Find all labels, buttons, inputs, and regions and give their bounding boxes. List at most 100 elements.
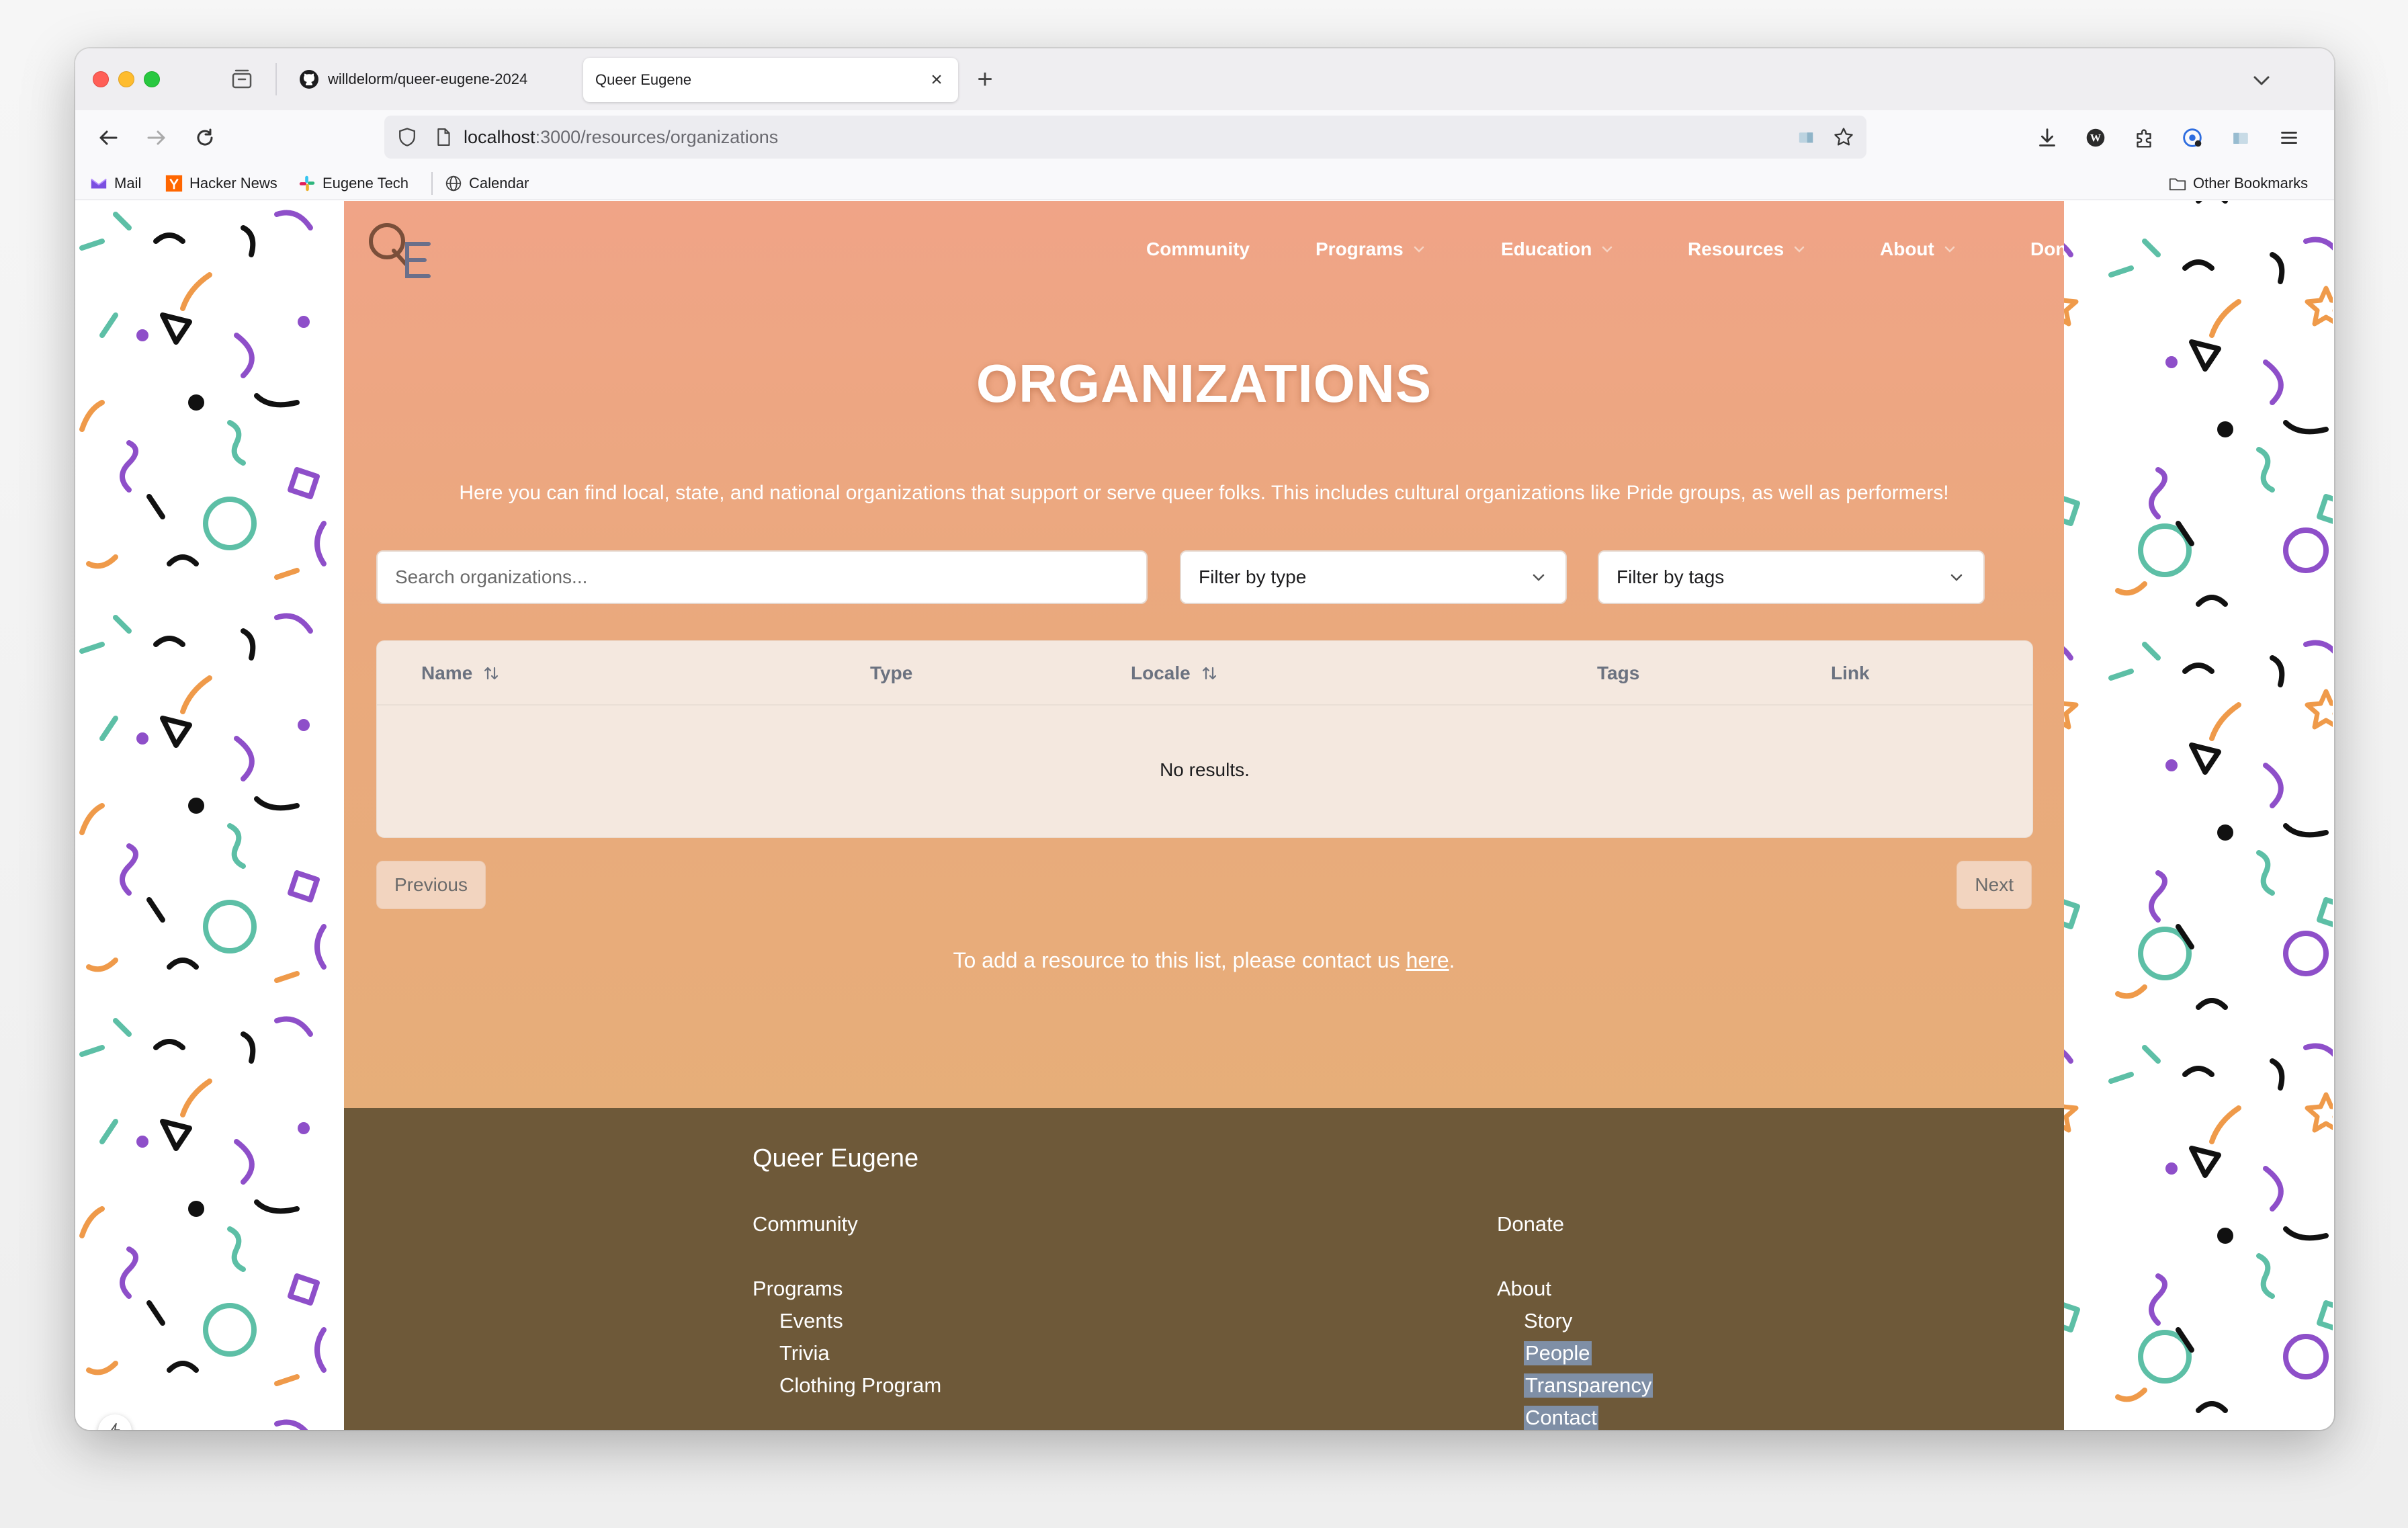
sidebar-icon[interactable]: [2224, 121, 2258, 155]
bookmark-mail[interactable]: Mail: [89, 172, 141, 195]
previous-button[interactable]: Previous: [376, 861, 486, 909]
shield-icon[interactable]: [394, 124, 421, 151]
tab-overview-icon[interactable]: [228, 66, 255, 93]
footer-transparency[interactable]: Transparency: [1524, 1373, 1653, 1398]
table-header: Name Type Locale Tags Link: [377, 641, 2032, 706]
filter-tags-select[interactable]: Filter by tags: [1598, 550, 1985, 604]
other-bookmarks-label: Other Bookmarks: [2193, 175, 2309, 192]
bookmark-hacker-news[interactable]: Hacker News: [164, 172, 277, 195]
nav-resources[interactable]: Resources: [1688, 236, 1807, 263]
column-locale[interactable]: Locale: [1131, 660, 1219, 687]
forward-icon[interactable]: [140, 121, 173, 155]
contact-link[interactable]: here: [1406, 948, 1449, 972]
chevron-down-icon: [1944, 246, 1955, 253]
filter-type-select[interactable]: Filter by type: [1180, 550, 1567, 604]
footer-community[interactable]: Community: [752, 1212, 858, 1236]
footer-trivia[interactable]: Trivia: [779, 1341, 830, 1365]
nav-label: Education: [1501, 239, 1592, 259]
column-label: Link: [1831, 663, 1870, 683]
bookmark-label: Mail: [114, 175, 142, 192]
nav-label: About: [1880, 239, 1934, 259]
intro-text: Here you can find local, state, and nati…: [459, 482, 1949, 504]
footer-brand[interactable]: Queer Eugene: [752, 1144, 918, 1173]
account-icon[interactable]: [2176, 121, 2209, 155]
bookmark-label: Calendar: [469, 175, 529, 192]
close-window-button[interactable]: [93, 71, 109, 87]
footer-clothing-program[interactable]: Clothing Program: [779, 1373, 941, 1398]
zoom-window-button[interactable]: [144, 71, 160, 87]
tab-queer-eugene[interactable]: Queer Eugene ×: [583, 58, 958, 102]
confetti-pattern-icon: [2064, 201, 2333, 1430]
svg-text:W: W: [2090, 133, 2101, 144]
back-icon[interactable]: [91, 121, 125, 155]
select-value: Filter by type: [1199, 566, 1307, 587]
slack-icon: [297, 173, 317, 194]
mail-icon: [89, 173, 109, 194]
bookmarks-toolbar: Mail Hacker News Eugene Tech Calendar Ot…: [75, 165, 2334, 200]
address-bar[interactable]: localhost:3000/resources/organizations: [384, 116, 1866, 159]
decorative-pattern-right: [2064, 201, 2333, 1430]
other-bookmarks[interactable]: Other Bookmarks: [2167, 172, 2308, 195]
nav-programs[interactable]: Programs: [1316, 236, 1426, 263]
footer-donate[interactable]: Donate: [1497, 1212, 1564, 1236]
footer-people[interactable]: People: [1524, 1341, 1592, 1365]
folder-icon: [2167, 173, 2188, 194]
site-page: Community Programs Education Resources A…: [344, 201, 2064, 1430]
url-host: localhost: [464, 126, 535, 147]
nav-donate[interactable]: Donate: [2030, 236, 2064, 263]
reader-view-icon[interactable]: [1791, 122, 1821, 152]
search-input[interactable]: [378, 552, 1146, 603]
chevron-down-icon: [1950, 574, 1963, 581]
page-icon[interactable]: [430, 124, 457, 151]
nav-label: Resources: [1688, 239, 1784, 259]
footer-story[interactable]: Story: [1524, 1309, 1572, 1333]
page-viewport: Community Programs Education Resources A…: [75, 201, 2334, 1430]
wordpress-extension-icon[interactable]: W: [2079, 121, 2112, 155]
reload-icon[interactable]: [188, 121, 222, 155]
browser-window: willdelorm/queer-eugene-2024 × Queer Eug…: [75, 48, 2334, 1430]
chevron-down-icon: [1794, 246, 1805, 253]
url-text[interactable]: localhost:3000/resources/organizations: [464, 127, 1791, 148]
nav-label: Programs: [1316, 239, 1404, 259]
minimize-window-button[interactable]: [118, 71, 134, 87]
tab-title: willdelorm/queer-eugene-2024: [328, 71, 528, 87]
footer-about[interactable]: About: [1497, 1277, 1551, 1301]
downloads-icon[interactable]: [2030, 121, 2064, 155]
contact-text: To add a resource to this list, please c…: [953, 948, 1406, 972]
column-label: Name: [421, 663, 473, 683]
bookmark-label: Eugene Tech: [322, 175, 409, 192]
nav-community[interactable]: Community: [1146, 236, 1250, 263]
nav-about[interactable]: About: [1880, 236, 1957, 263]
nav-label: Community: [1146, 239, 1250, 259]
footer-events[interactable]: Events: [779, 1309, 843, 1333]
organizations-table: Name Type Locale Tags Link No results.: [376, 640, 2033, 838]
contact-line: To add a resource to this list, please c…: [344, 948, 2064, 973]
url-path: :3000/resources/organizations: [535, 126, 779, 147]
decorative-pattern-left: [75, 201, 344, 1430]
column-name[interactable]: Name: [421, 660, 501, 687]
tab-separator: [275, 63, 277, 95]
page-title: ORGANIZATIONS: [976, 353, 1432, 413]
footer-contact[interactable]: Contact: [1524, 1406, 1598, 1430]
queer-eugene-logo[interactable]: [364, 217, 438, 282]
new-tab-icon[interactable]: +: [970, 65, 1000, 94]
tab-bar: willdelorm/queer-eugene-2024 × Queer Eug…: [75, 48, 2334, 110]
chevron-down-icon[interactable]: [2248, 67, 2275, 94]
bookmark-star-icon[interactable]: [1829, 122, 1858, 152]
nav-education[interactable]: Education: [1501, 236, 1615, 263]
tab-title: Queer Eugene: [595, 71, 692, 88]
hacker-news-icon: [164, 173, 184, 194]
github-icon: [298, 69, 320, 90]
close-tab-icon[interactable]: ×: [924, 68, 949, 92]
bookmark-eugene-tech[interactable]: Eugene Tech: [297, 172, 408, 195]
bookmark-calendar[interactable]: Calendar: [443, 172, 529, 195]
column-type: Type: [870, 660, 912, 687]
bookmark-separator: [431, 172, 433, 195]
confetti-pattern-icon: [75, 201, 344, 1430]
menu-icon[interactable]: [2272, 121, 2306, 155]
next-button[interactable]: Next: [1956, 861, 2032, 909]
extensions-icon[interactable]: [2127, 121, 2161, 155]
globe-icon: [443, 173, 464, 194]
column-label: Locale: [1131, 663, 1191, 683]
footer-programs[interactable]: Programs: [752, 1277, 843, 1301]
